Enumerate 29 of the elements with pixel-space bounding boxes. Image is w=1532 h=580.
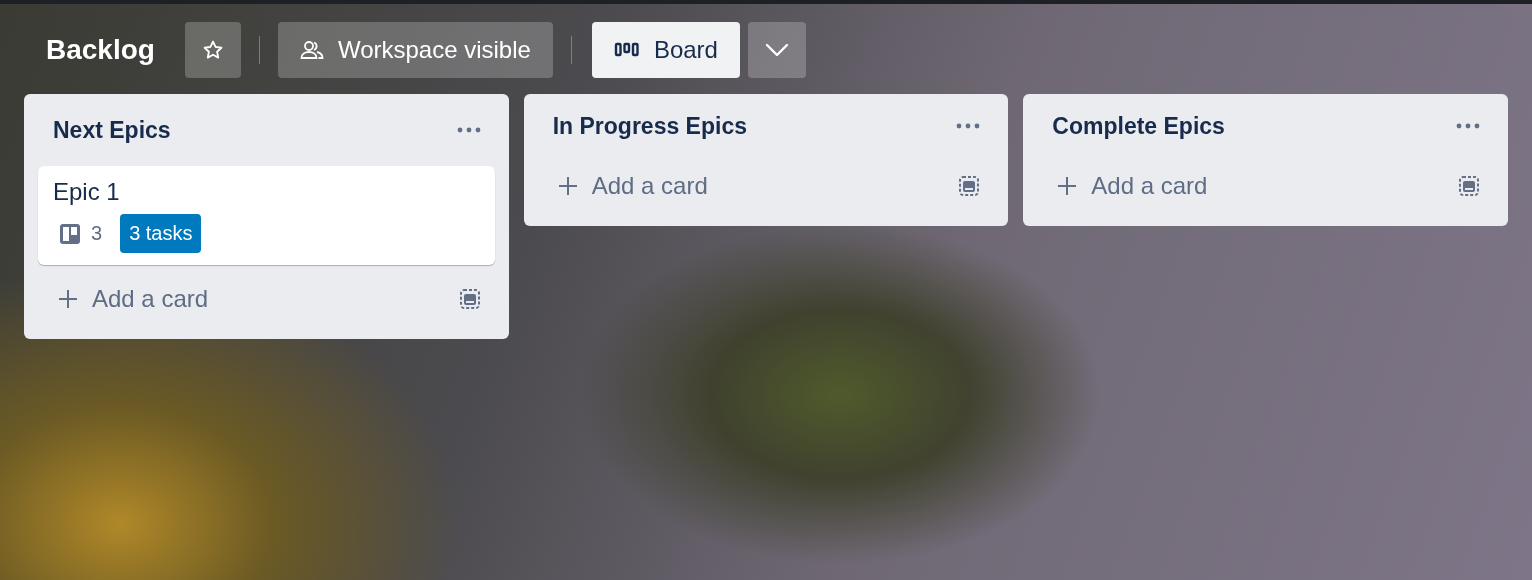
task-count-label: 3 tasks bbox=[120, 214, 202, 253]
add-card-button[interactable]: Add a card bbox=[1057, 172, 1208, 200]
card-title: Epic 1 bbox=[53, 178, 121, 206]
more-icon[interactable] bbox=[956, 123, 981, 129]
star-icon bbox=[201, 39, 224, 61]
add-card-button[interactable]: Add a card bbox=[58, 285, 209, 313]
plus-icon bbox=[557, 176, 578, 196]
people-icon bbox=[299, 40, 324, 60]
visibility-button[interactable]: Workspace visible bbox=[277, 22, 553, 78]
board-view-button[interactable]: Board bbox=[591, 22, 740, 78]
list-title[interactable]: Complete Epics bbox=[1052, 112, 1225, 140]
checklist-board-icon bbox=[59, 222, 81, 245]
epic-card[interactable]: Epic 1 3 3 tasks bbox=[38, 166, 495, 265]
add-card-button[interactable]: Add a card bbox=[557, 172, 708, 200]
board-view-icon bbox=[613, 42, 640, 58]
list-title[interactable]: In Progress Epics bbox=[552, 112, 747, 140]
template-icon[interactable] bbox=[1458, 175, 1480, 197]
list-title[interactable]: Next Epics bbox=[53, 116, 171, 144]
board-title[interactable]: Backlog bbox=[46, 34, 155, 66]
card-count: 3 bbox=[91, 222, 103, 245]
more-icon[interactable] bbox=[456, 127, 481, 133]
plus-icon bbox=[1057, 176, 1078, 196]
template-icon[interactable] bbox=[958, 175, 981, 197]
plus-icon bbox=[58, 289, 78, 309]
star-button[interactable] bbox=[184, 22, 241, 78]
more-icon[interactable] bbox=[1456, 123, 1480, 129]
view-switcher-button[interactable] bbox=[747, 22, 806, 78]
template-icon[interactable] bbox=[458, 288, 481, 310]
chevron-down-icon bbox=[763, 42, 790, 58]
